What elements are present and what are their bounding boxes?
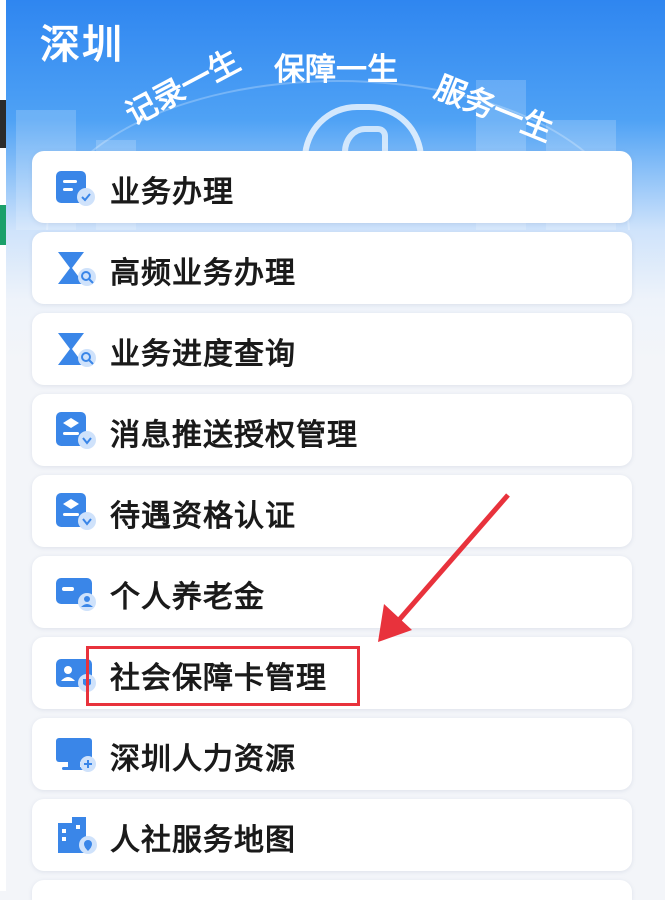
- annotation-arrow: [378, 493, 510, 642]
